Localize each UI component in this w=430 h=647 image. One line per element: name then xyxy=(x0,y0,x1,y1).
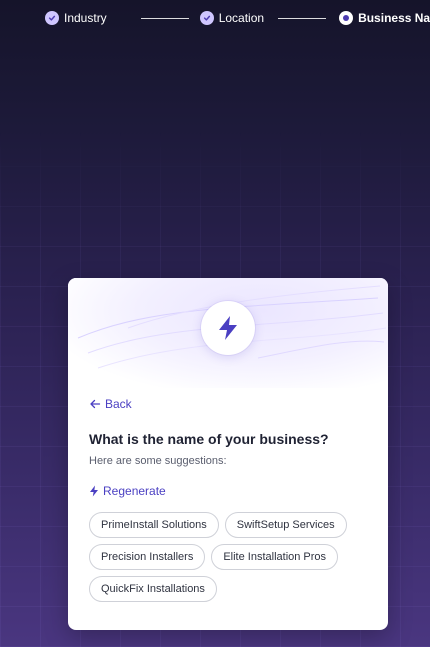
step-connector xyxy=(278,17,327,19)
check-icon xyxy=(45,11,59,25)
business-name-card: Back What is the name of your business? … xyxy=(68,278,388,630)
step-connector xyxy=(140,17,189,19)
suggestion-chip[interactable]: SwiftSetup Services xyxy=(224,512,347,538)
step-industry[interactable]: Industry xyxy=(45,11,107,25)
subtitle: Here are some suggestions: xyxy=(89,455,227,467)
back-label: Back xyxy=(105,397,132,411)
card-hero xyxy=(68,278,388,388)
step-location[interactable]: Location xyxy=(199,11,265,25)
step-business-name: Business Name xyxy=(339,11,430,25)
suggestion-chip[interactable]: QuickFix Installations xyxy=(89,576,217,602)
regenerate-button[interactable]: Regenerate xyxy=(89,484,166,498)
lightning-bolt-icon xyxy=(90,485,98,497)
suggestion-chip[interactable]: PrimeInstall Solutions xyxy=(89,512,219,538)
suggestion-chip[interactable]: Precision Installers xyxy=(89,544,206,570)
suggestion-chip[interactable]: Elite Installation Pros xyxy=(211,544,339,570)
progress-stepper: Industry Location Business Name xyxy=(45,9,430,27)
page-title: What is the name of your business? xyxy=(89,431,329,447)
lightning-bolt-icon xyxy=(201,301,255,355)
check-icon xyxy=(199,11,214,25)
step-label: Business Name xyxy=(358,11,430,25)
current-step-dot-icon xyxy=(339,11,354,25)
regenerate-label: Regenerate xyxy=(103,484,166,498)
step-label: Location xyxy=(218,11,265,25)
step-label: Industry xyxy=(64,11,107,25)
arrow-left-icon xyxy=(90,399,101,409)
suggestion-list: PrimeInstall Solutions SwiftSetup Servic… xyxy=(89,512,369,602)
back-button[interactable]: Back xyxy=(89,397,132,411)
